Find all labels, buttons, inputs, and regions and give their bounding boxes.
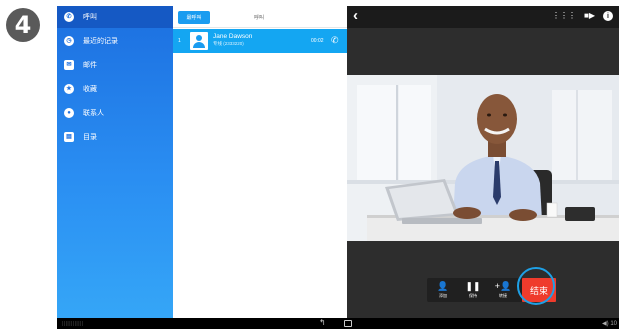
home-icon[interactable]: [344, 320, 352, 327]
transfer-icon: +👤: [494, 280, 512, 291]
phone-icon: ✆: [64, 12, 74, 22]
sidebar-item-label: 目录: [83, 134, 97, 141]
info-icon[interactable]: i: [603, 11, 613, 21]
sidebar: ✆ 呼叫 ◷ 最近的记录 ✉ 邮件 ★ 收藏 ● 联系人 ▤ 目录: [57, 6, 173, 318]
highlight-ring: [517, 267, 555, 305]
status-text: ||||||||||||: [62, 321, 84, 327]
call-tabs: 最呼叫 呼叫: [173, 6, 347, 28]
sidebar-item-favorites[interactable]: ★ 收藏: [57, 78, 173, 100]
dialpad-icon[interactable]: ⋮⋮⋮: [552, 11, 576, 21]
call-toolbar: ‹ ⋮⋮⋮ ■▶ i: [347, 6, 619, 28]
volume-indicator: ◀) 10: [602, 321, 617, 327]
clock-icon: ◷: [64, 36, 74, 46]
sidebar-item-mail[interactable]: ✉ 邮件: [57, 54, 173, 76]
sidebar-item-label: 呼叫: [83, 14, 97, 21]
call-view: ‹ ⋮⋮⋮ ■▶ i 👤 添加 ❚❚ 保持 +👤 转接 结束: [347, 6, 619, 318]
step-number-badge: 4: [6, 8, 40, 42]
call-index: 1: [178, 38, 181, 44]
back-icon[interactable]: ↰: [319, 319, 326, 327]
device-screen: ✆ 呼叫 ◷ 最近的记录 ✉ 邮件 ★ 收藏 ● 联系人 ▤ 目录 最呼叫 呼叫…: [57, 6, 619, 329]
sidebar-item-calls[interactable]: ✆ 呼叫: [57, 6, 173, 28]
sidebar-item-directory[interactable]: ▤ 目录: [57, 126, 173, 148]
video-camera-icon[interactable]: ■▶: [584, 11, 595, 21]
tab-calls[interactable]: 呼叫: [239, 11, 279, 24]
add-participant-button[interactable]: 👤 添加: [429, 278, 457, 302]
call-duration: 00:02: [311, 38, 324, 44]
sidebar-item-contacts[interactable]: ● 联系人: [57, 102, 173, 124]
caller-name: Jane Dawson: [213, 33, 253, 40]
sidebar-item-recents[interactable]: ◷ 最近的记录: [57, 30, 173, 52]
phone-icon[interactable]: ✆: [331, 36, 339, 45]
call-toolbar-icons: ⋮⋮⋮ ■▶ i: [552, 11, 613, 21]
screenshot-root: 4 ✆ 呼叫 ◷ 最近的记录 ✉ 邮件 ★ 收藏 ● 联系人 ▤ 目录 最呼叫 …: [0, 0, 619, 329]
chevron-left-icon[interactable]: ‹: [353, 8, 358, 23]
mail-icon: ✉: [64, 60, 74, 70]
call-list-panel: 最呼叫 呼叫 1 Jane Dawson 专线 (2333220) 00:02 …: [173, 6, 347, 318]
sidebar-item-label: 邮件: [83, 62, 97, 69]
sidebar-item-label: 最近的记录: [83, 38, 118, 45]
hold-button[interactable]: ❚❚ 保持: [459, 278, 487, 302]
sidebar-item-label: 联系人: [83, 110, 104, 117]
system-navigation-bar: |||||||||||| ↰ ◀) 10: [57, 318, 619, 329]
transfer-button[interactable]: +👤 转接: [489, 278, 517, 302]
star-icon: ★: [64, 84, 74, 94]
person-icon: ●: [64, 108, 74, 118]
directory-icon: ▤: [64, 132, 74, 142]
avatar: [190, 32, 208, 50]
add-participant-icon: 👤: [437, 280, 449, 291]
caller-subtitle: 专线 (2333220): [213, 41, 244, 46]
active-call-row[interactable]: 1 Jane Dawson 专线 (2333220) 00:02 ✆: [173, 29, 347, 53]
tab-active-calls[interactable]: 最呼叫: [178, 11, 210, 24]
sidebar-item-label: 收藏: [83, 86, 97, 93]
remote-video: [347, 75, 619, 241]
pause-icon: ❚❚: [465, 280, 481, 291]
video-feed-image: [347, 75, 619, 241]
